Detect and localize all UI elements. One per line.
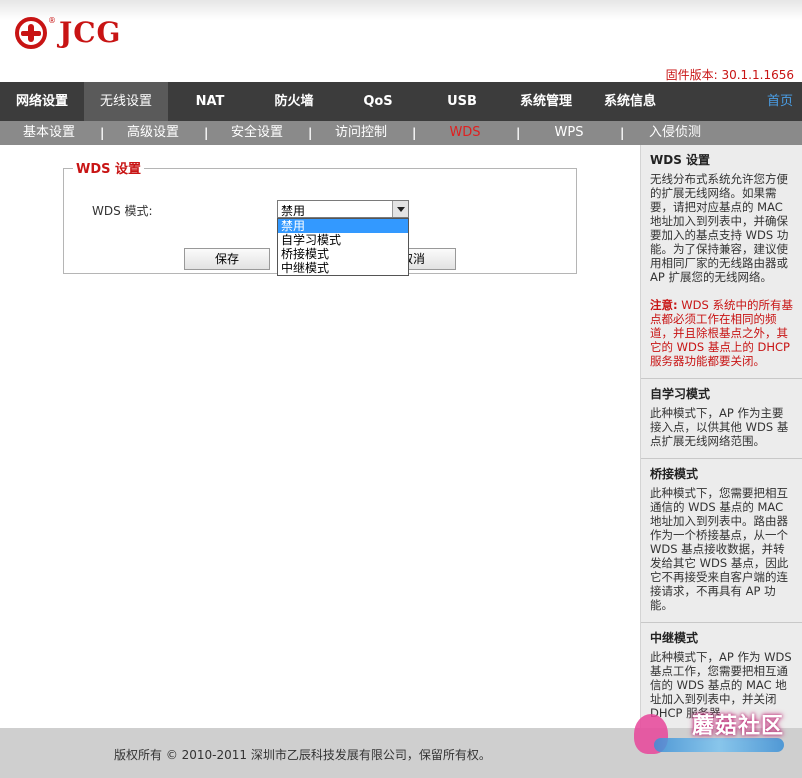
subnav-separator: | <box>412 126 417 140</box>
chevron-down-icon[interactable] <box>392 201 408 217</box>
help-auto-title: 自学习模式 <box>650 387 711 401</box>
watermark-text: 蘑菇社区 <box>691 714 784 739</box>
subnav-basic[interactable]: 基本设置 <box>18 121 80 145</box>
header: ® JCG 固件版本: 30.1.1.1656 <box>0 0 802 82</box>
subnav-separator: | <box>100 126 105 140</box>
logo-registered: ® <box>48 16 56 25</box>
help-bridge-text: 此种模式下，您需要把相互通信的 WDS 基点的 MAC 地址加入到列表中。路由器… <box>650 486 789 612</box>
subnav-security[interactable]: 安全设置 <box>226 121 288 145</box>
subnav-intrusion-detection-label[interactable]: 入侵侦测 <box>642 121 708 145</box>
logo: ® JCG <box>15 16 121 49</box>
subnav-separator: | <box>204 126 209 140</box>
nav-firewall[interactable]: 防火墙 <box>252 82 336 121</box>
subnav-separator: | <box>620 126 625 140</box>
help-section-bridge: 桥接模式 此种模式下，您需要把相互通信的 WDS 基点的 MAC 地址加入到列表… <box>641 459 802 623</box>
main-nav: 网络设置 无线设置 NAT 防火墙 QoS USB 系统管理 系统信息 首页 <box>0 82 802 121</box>
wds-mode-option-auto-learn[interactable]: 自学习模式 <box>278 233 408 247</box>
main-content: WDS 设置 WDS 模式: 禁用 禁用 自学习模式 桥接模式 中继模式 保存 … <box>0 145 640 728</box>
help-section-auto-learn: 自学习模式 此种模式下，AP 作为主要接入点，以供其他 WDS 基点扩展无线网络… <box>641 379 802 459</box>
footer: 版权所有 © 2010-2011 深圳市乙辰科技发展有限公司，保留所有权。 蘑菇… <box>0 714 802 778</box>
logo-mark-icon <box>15 16 47 49</box>
wds-mode-option-bridge[interactable]: 桥接模式 <box>278 247 408 261</box>
wave-icon <box>654 738 784 752</box>
help-note: 注意: WDS 系统中的所有基点都必须工作在相同的频道，并且除根基点之外，其它的… <box>650 298 794 368</box>
subnav-separator: | <box>308 126 313 140</box>
logo-text: JCG <box>59 16 122 49</box>
watermark: 蘑菇社区 <box>634 708 794 758</box>
subnav-access-control[interactable]: 访问控制 <box>330 121 392 145</box>
help-wds-text: 无线分布式系统允许您方便的扩展无线网络。如果需要，请把对应基点的 MAC 地址加… <box>650 172 789 284</box>
subnav-separator: | <box>516 126 521 140</box>
wds-mode-option-repeater[interactable]: 中继模式 <box>278 261 408 275</box>
help-bridge-title: 桥接模式 <box>650 467 699 481</box>
subnav-extension: 入侵侦测 <box>640 121 802 145</box>
copyright-text: 版权所有 © 2010-2011 深圳市乙辰科技发展有限公司，保留所有权。 <box>114 748 491 762</box>
help-panel: WDS 设置 无线分布式系统允许您方便的扩展无线网络。如果需要，请把对应基点的 … <box>640 145 802 728</box>
firmware-version: 固件版本: 30.1.1.1656 <box>665 68 794 82</box>
nav-system-info[interactable]: 系统信息 <box>588 82 672 121</box>
wds-settings-panel: WDS 设置 WDS 模式: 禁用 禁用 自学习模式 桥接模式 中继模式 保存 … <box>63 158 577 276</box>
home-link[interactable]: 首页 <box>767 82 793 121</box>
nav-usb[interactable]: USB <box>420 82 504 121</box>
nav-wireless[interactable]: 无线设置 <box>84 82 168 121</box>
wds-mode-option-disabled[interactable]: 禁用 <box>278 219 408 233</box>
nav-system-management[interactable]: 系统管理 <box>504 82 588 121</box>
help-auto-text: 此种模式下，AP 作为主要接入点，以供其他 WDS 基点扩展无线网络范围。 <box>650 406 789 448</box>
help-repeater-title: 中继模式 <box>650 631 699 645</box>
wds-mode-dropdown: 禁用 自学习模式 桥接模式 中继模式 <box>277 218 409 276</box>
subnav-wds[interactable]: WDS <box>434 121 496 145</box>
subnav-advanced[interactable]: 高级设置 <box>122 121 184 145</box>
save-button[interactable]: 保存 <box>184 248 270 270</box>
nav-qos[interactable]: QoS <box>336 82 420 121</box>
nav-nat[interactable]: NAT <box>168 82 252 121</box>
wds-settings-legend: WDS 设置 <box>73 158 145 177</box>
sub-nav: 基本设置 | 高级设置 | 安全设置 | 访问控制 | WDS | WPS | … <box>0 121 701 145</box>
nav-network[interactable]: 网络设置 <box>0 82 84 121</box>
help-section-wds: WDS 设置 无线分布式系统允许您方便的扩展无线网络。如果需要，请把对应基点的 … <box>641 145 802 379</box>
wds-mode-select[interactable]: 禁用 <box>277 200 409 218</box>
subnav-wps[interactable]: WPS <box>538 121 600 145</box>
wds-mode-selected-value: 禁用 <box>281 204 306 218</box>
wds-mode-label: WDS 模式: <box>92 204 153 218</box>
help-note-label: 注意: <box>650 298 678 312</box>
help-wds-title: WDS 设置 <box>650 153 711 167</box>
